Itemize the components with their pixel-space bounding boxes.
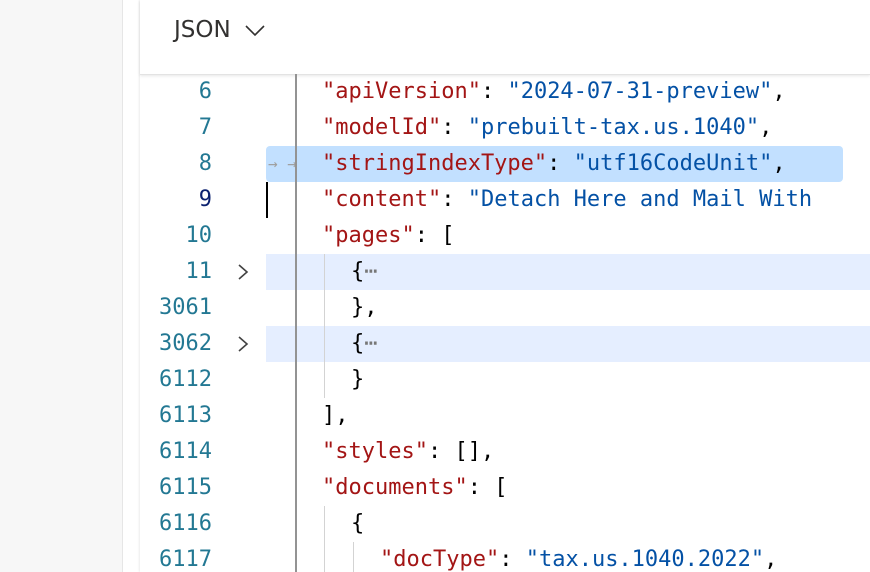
json-key: "documents": [322, 475, 468, 500]
json-punct: ],: [322, 403, 349, 428]
language-dropdown[interactable]: JSON: [174, 12, 267, 48]
json-string: "tax.us.1040.2022": [525, 547, 765, 572]
line-number: 6113: [159, 403, 212, 428]
indent-guide: [324, 506, 325, 572]
json-key: "content": [322, 187, 442, 212]
indent-guide: [353, 542, 354, 572]
folded-ellipsis[interactable]: ⋯: [364, 331, 377, 356]
code-line: },: [351, 290, 378, 326]
code-line: {⋯: [351, 254, 378, 290]
json-colon: :: [427, 439, 455, 464]
json-string: "utf16CodeUnit": [573, 151, 773, 176]
line-number: 3062: [159, 331, 212, 356]
chevron-right-icon[interactable]: [234, 254, 252, 290]
left-strip-border: [122, 0, 123, 572]
json-colon: :: [480, 79, 508, 104]
json-punct: },: [351, 295, 378, 320]
code-line: }: [351, 362, 364, 398]
line-number: 8: [198, 151, 212, 176]
whitespace-marker: → →: [268, 154, 297, 173]
line-number: 7: [198, 115, 212, 140]
json-punct: {: [351, 331, 365, 356]
code-line: "apiVersion": "2024-07-31-preview",: [322, 74, 786, 110]
json-panel: JSON → → 6 7 8 9 10 11 3061 3062 6112 61…: [140, 0, 870, 572]
json-punct: ,: [764, 547, 778, 572]
code-line: "docType": "tax.us.1040.2022",: [380, 542, 777, 572]
json-colon: :: [441, 115, 468, 140]
json-key: "docType": [380, 547, 500, 572]
json-colon: :: [547, 151, 574, 176]
line-number: 3061: [159, 295, 212, 320]
line-number: 11: [185, 259, 213, 284]
line-number: 6112: [159, 367, 212, 392]
line-number: 10: [185, 223, 213, 248]
text-cursor: [266, 182, 268, 218]
json-punct: }: [351, 367, 365, 392]
code-line: "modelId": "prebuilt-tax.us.1040",: [322, 110, 772, 146]
code-line: "stringIndexType": "utf16CodeUnit",: [322, 146, 786, 182]
left-side-strip: [0, 0, 122, 572]
json-punct: {: [351, 511, 365, 536]
language-label: JSON: [174, 17, 231, 43]
json-punct: [: [441, 223, 455, 248]
code-line: "pages": [: [322, 218, 454, 254]
json-colon: :: [499, 547, 526, 572]
json-punct: [: [494, 475, 508, 500]
code-line: "documents": [: [322, 470, 507, 506]
json-punct: ,: [772, 79, 786, 104]
json-punct: ,: [772, 151, 786, 176]
json-key: "apiVersion": [322, 79, 481, 104]
panel-header: JSON: [140, 0, 870, 75]
line-number: 6116: [159, 511, 212, 536]
code-line: {⋯: [351, 326, 378, 362]
indent-guide: [324, 254, 325, 398]
json-punct: [],: [454, 439, 495, 464]
line-number: 6: [198, 79, 212, 104]
json-colon: :: [467, 475, 495, 500]
line-number: 6117: [159, 547, 212, 572]
json-punct: ,: [759, 115, 773, 140]
json-key: "stringIndexType": [322, 151, 548, 176]
json-string: "prebuilt-tax.us.1040": [467, 115, 760, 140]
chevron-right-icon[interactable]: [234, 326, 252, 362]
line-number: 6114: [159, 439, 212, 464]
chevron-down-icon: [243, 18, 267, 42]
json-colon: :: [441, 187, 468, 212]
json-key: "styles": [322, 439, 428, 464]
folded-ellipsis[interactable]: ⋯: [364, 259, 377, 284]
json-string: "2024-07-31-preview": [507, 79, 773, 104]
code-line: "styles": [],: [322, 434, 494, 470]
code-line: ],: [322, 398, 349, 434]
json-colon: :: [414, 223, 442, 248]
json-key: "pages": [322, 223, 415, 248]
code-editor[interactable]: → → 6 7 8 9 10 11 3061 3062 6112 6113 61…: [140, 74, 870, 572]
indent-guide: [295, 74, 297, 572]
json-punct: {: [351, 259, 365, 284]
code-line: {: [351, 506, 364, 542]
json-string: "Detach Here and Mail With: [467, 187, 813, 212]
json-key: "modelId": [322, 115, 442, 140]
line-number: 6115: [159, 475, 212, 500]
code-line: "content": "Detach Here and Mail With: [322, 182, 812, 218]
line-number-active: 9: [198, 187, 212, 212]
